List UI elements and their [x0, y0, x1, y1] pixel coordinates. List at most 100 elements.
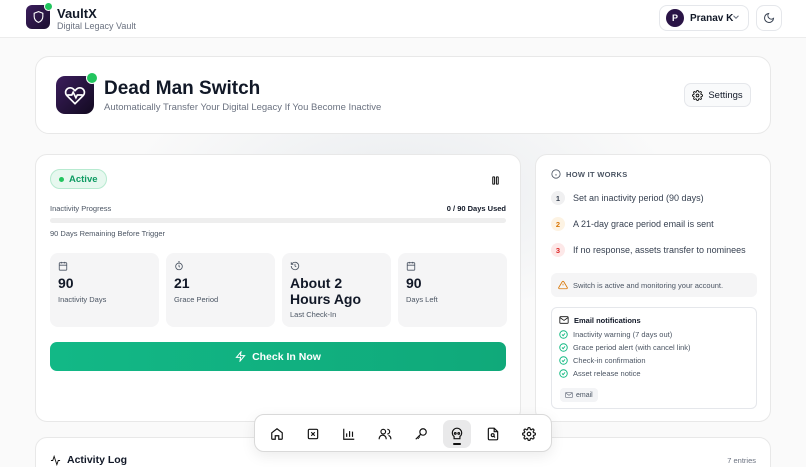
nav-home[interactable]: [263, 420, 291, 448]
email-item: Asset release notice: [559, 369, 641, 378]
stat-label: Last Check-In: [290, 310, 337, 319]
moon-icon: [764, 12, 775, 23]
status-badge: [86, 72, 98, 84]
nav-analytics[interactable]: [335, 420, 363, 448]
step-number: 3: [551, 243, 565, 257]
skull-icon: [451, 427, 463, 440]
email-title-text: Email notifications: [574, 315, 641, 325]
file-search-icon: [487, 427, 499, 441]
shield-icon: [33, 11, 43, 24]
stat-days-left: 90 Days Left: [398, 253, 507, 327]
heart-pulse-icon: [64, 86, 86, 105]
step-item: 3 If no response, assets transfer to nom…: [551, 243, 746, 257]
progress-bar: [50, 218, 506, 223]
top-bar: VaultX Digital Legacy Vault P Pranav K: [0, 0, 806, 38]
heart-pulse-logo: [56, 72, 98, 114]
chevron-down-icon: [733, 15, 739, 19]
activity-title-text: Activity Log: [67, 454, 128, 466]
nav-dead-man-switch[interactable]: [443, 420, 471, 448]
email-item-text: Check-in confirmation: [573, 356, 646, 365]
email-item-text: Grace period alert (with cancel link): [573, 343, 691, 352]
bottom-nav: [254, 414, 552, 452]
mail-icon: [559, 316, 569, 324]
notice-text: Switch is active and monitoring your acc…: [573, 280, 724, 290]
step-text: Set an inactivity period (90 days): [573, 193, 704, 203]
activity-icon: [235, 351, 246, 362]
timer-icon: [175, 261, 183, 271]
online-dot: [44, 2, 53, 11]
nav-documents[interactable]: [479, 420, 507, 448]
app-logo[interactable]: [26, 2, 53, 29]
gear-icon: [692, 89, 704, 101]
users-icon: [378, 428, 392, 440]
progress-label: Inactivity Progress: [50, 204, 112, 213]
how-it-works-title: HOW IT WORKS: [551, 169, 628, 179]
settings-button[interactable]: Settings: [684, 83, 751, 107]
stat-value: 90: [58, 275, 74, 291]
key-icon: [415, 428, 427, 440]
calendar-icon: [406, 261, 416, 271]
email-item-text: Inactivity warning (7 days out): [573, 330, 673, 339]
stat-inactivity-days: 90 Inactivity Days: [50, 253, 159, 327]
status-label: Active: [69, 173, 98, 185]
page-header-card: Dead Man Switch Automatically Transfer Y…: [35, 56, 771, 134]
bar-chart-icon: [343, 428, 355, 440]
status-notice: Switch is active and monitoring your acc…: [551, 273, 757, 297]
step-item: 1 Set an inactivity period (90 days): [551, 191, 704, 205]
check-in-label: Check In Now: [252, 350, 321, 363]
nav-vault[interactable]: [299, 420, 327, 448]
theme-toggle-button[interactable]: [756, 5, 782, 31]
email-item: Inactivity warning (7 days out): [559, 330, 672, 339]
step-number: 2: [551, 217, 565, 231]
pause-icon: [492, 176, 499, 185]
stat-value: About 2 Hours Ago: [290, 275, 362, 307]
user-name: Pranav K: [690, 12, 734, 24]
email-item-text: Asset release notice: [573, 369, 641, 378]
active-dot: [59, 176, 64, 182]
remaining-text: 90 Days Remaining Before Trigger: [50, 229, 166, 238]
home-icon: [271, 428, 283, 440]
calendar-icon: [58, 261, 68, 271]
gear-icon: [522, 427, 536, 441]
stat-last-check-in: About 2 Hours Ago Last Check-In: [282, 253, 391, 327]
email-channel-tag: email: [560, 388, 598, 402]
settings-label: Settings: [708, 89, 743, 101]
stat-value: 21: [174, 275, 190, 291]
email-notifications-box: Email notifications Inactivity warning (…: [551, 307, 757, 409]
check-in-button[interactable]: Check In Now: [50, 342, 506, 371]
page-title: Dead Man Switch: [104, 78, 261, 99]
pause-button[interactable]: [490, 173, 501, 191]
switch-status-card: Active Inactivity Progress 0 / 90 Days U…: [35, 154, 521, 422]
activity-log-title: Activity Log: [50, 454, 127, 466]
nav-settings[interactable]: [515, 420, 543, 448]
stat-label: Inactivity Days: [58, 295, 107, 304]
stat-label: Grace Period: [174, 295, 219, 304]
user-menu-button[interactable]: P Pranav K: [659, 5, 749, 31]
box-x-icon: [307, 428, 319, 440]
info-icon: [551, 169, 561, 179]
history-icon: [290, 261, 300, 271]
stat-value: 90: [406, 275, 422, 291]
progress-value: 0 / 90 Days Used: [446, 204, 506, 213]
mail-icon: [565, 392, 573, 398]
page-subtitle: Automatically Transfer Your Digital Lega…: [104, 102, 382, 113]
email-tag-text: email: [576, 391, 593, 399]
check-circle-icon: [559, 369, 568, 378]
step-item: 2 A 21-day grace period email is sent: [551, 217, 714, 231]
nav-nominees[interactable]: [371, 420, 399, 448]
how-title-text: HOW IT WORKS: [566, 169, 628, 179]
step-text: A 21-day grace period email is sent: [573, 219, 714, 229]
warning-icon: [558, 280, 568, 290]
step-text: If no response, assets transfer to nomin…: [573, 245, 746, 255]
email-item: Check-in confirmation: [559, 356, 646, 365]
check-circle-icon: [559, 330, 568, 339]
activity-count: 7 entries: [727, 456, 756, 465]
stat-label: Days Left: [406, 295, 438, 304]
check-circle-icon: [559, 356, 568, 365]
how-it-works-card: HOW IT WORKS 1 Set an inactivity period …: [535, 154, 771, 422]
activity-icon: [50, 454, 61, 466]
email-item: Grace period alert (with cancel link): [559, 343, 691, 352]
check-circle-icon: [559, 343, 568, 352]
nav-keys[interactable]: [407, 420, 435, 448]
step-number: 1: [551, 191, 565, 205]
